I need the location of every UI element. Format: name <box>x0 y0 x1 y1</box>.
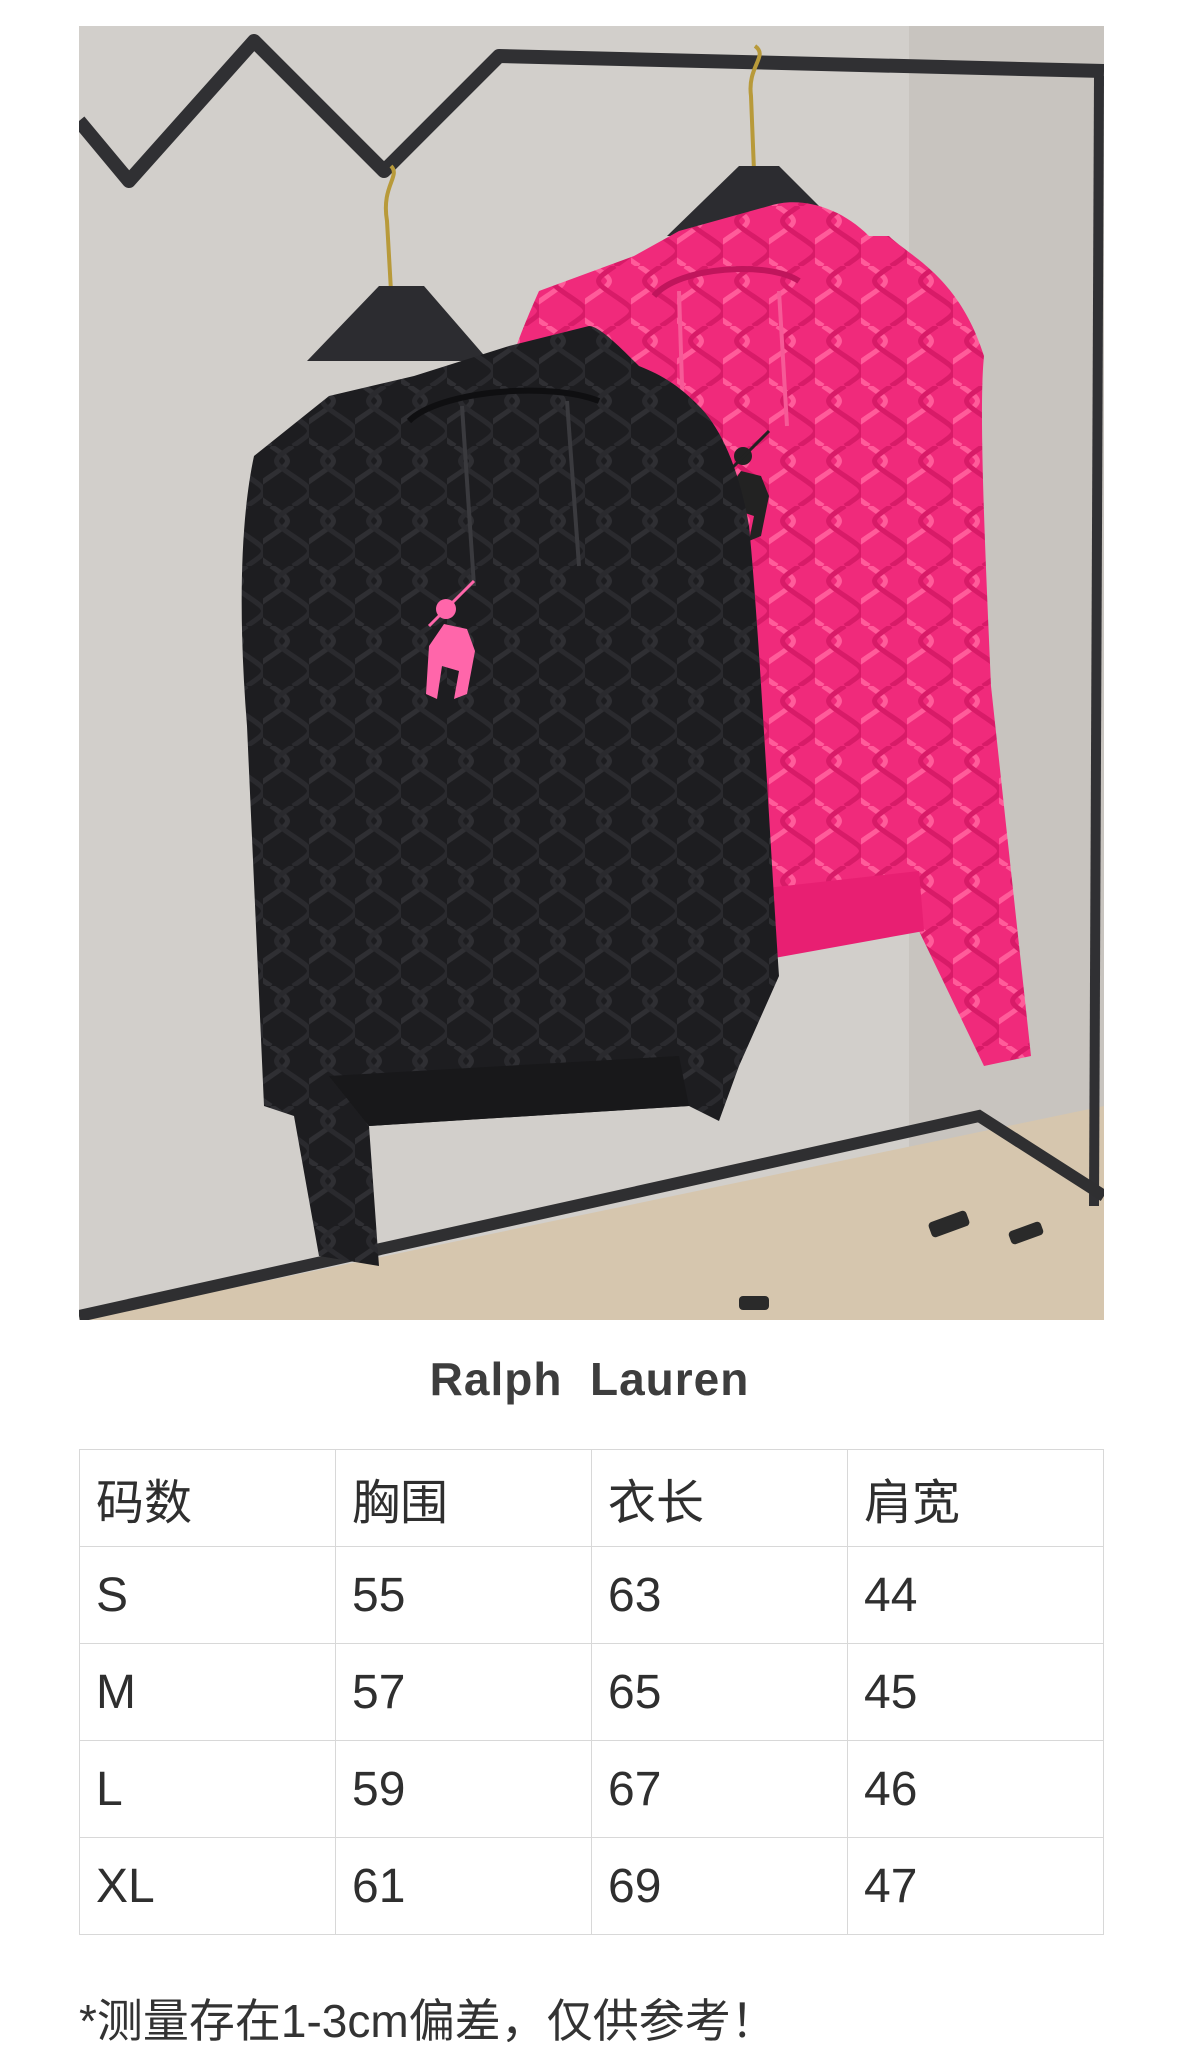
table-cell: S <box>79 1546 336 1644</box>
table-row: M 57 65 45 <box>79 1643 1104 1741</box>
table-cell: 63 <box>591 1546 848 1644</box>
table-cell: 55 <box>335 1546 592 1644</box>
table-cell: 67 <box>591 1740 848 1838</box>
table-cell: 47 <box>847 1837 1104 1935</box>
table-row: XL 61 69 47 <box>79 1837 1104 1935</box>
table-cell: M <box>79 1643 336 1741</box>
table-cell: 45 <box>847 1643 1104 1741</box>
table-cell: L <box>79 1740 336 1838</box>
table-row: L 59 67 46 <box>79 1740 1104 1838</box>
table-cell: 65 <box>591 1643 848 1741</box>
table-header-row: 码数 胸围 衣长 肩宽 <box>79 1449 1104 1547</box>
table-header-cell: 胸围 <box>335 1449 592 1547</box>
product-photo <box>79 26 1104 1320</box>
table-cell: XL <box>79 1837 336 1935</box>
table-cell: 46 <box>847 1740 1104 1838</box>
table-header-cell: 衣长 <box>591 1449 848 1547</box>
measurement-footnote: *测量存在1-3cm偏差，仅供参考！ <box>79 1995 777 2047</box>
table-header-cell: 肩宽 <box>847 1449 1104 1547</box>
table-cell: 69 <box>591 1837 848 1935</box>
table-row: S 55 63 44 <box>79 1546 1104 1644</box>
table-header-cell: 码数 <box>79 1449 336 1547</box>
table-cell: 61 <box>335 1837 592 1935</box>
table-cell: 59 <box>335 1740 592 1838</box>
size-table: 码数 胸围 衣长 肩宽 S 55 63 44 M 57 65 45 L 59 6… <box>79 1449 1104 1935</box>
table-cell: 44 <box>847 1546 1104 1644</box>
table-cell: 57 <box>335 1643 592 1741</box>
brand-title: Ralph Lauren <box>429 1353 750 1405</box>
